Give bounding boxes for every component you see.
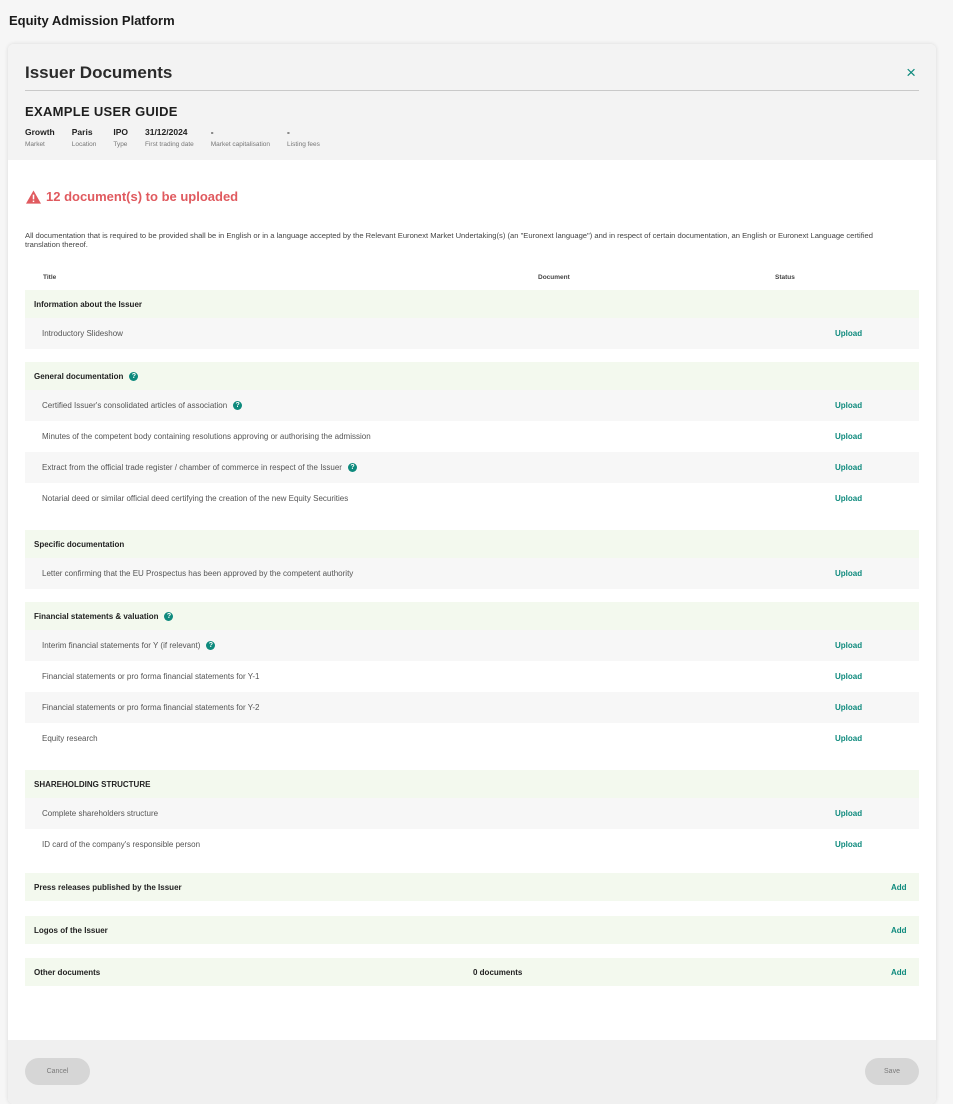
section-title: Financial statements & valuation (34, 611, 159, 621)
document-title: Letter confirming that the EU Prospectus… (42, 569, 354, 578)
issuer-meta: Growth Market Paris Location IPO Type 31… (25, 127, 337, 148)
extra-section-row: Other documents 0 documents Add (25, 958, 919, 986)
document-row: Complete shareholders structure Upload (25, 798, 919, 829)
guide-title: EXAMPLE USER GUIDE (25, 104, 178, 119)
document-row: Financial statements or pro forma financ… (25, 692, 919, 723)
column-status: Status (775, 274, 795, 281)
upload-link[interactable]: Upload (835, 641, 862, 650)
upload-link[interactable]: Upload (835, 809, 862, 818)
document-row: Equity research Upload (25, 723, 919, 754)
upload-link[interactable]: Upload (835, 463, 862, 472)
document-title: Minutes of the competent body containing… (42, 432, 371, 441)
meta-first-trading-date: 31/12/2024 First trading date (144, 127, 194, 148)
add-link[interactable]: Add (891, 926, 907, 935)
document-title: Equity research (42, 734, 98, 743)
issuer-documents-modal: Issuer Documents × EXAMPLE USER GUIDE Gr… (8, 44, 936, 1104)
section-title: Specific documentation (34, 539, 125, 549)
section-title: General documentation (34, 371, 124, 381)
document-count: 0 documents (473, 967, 523, 977)
section-header: Financial statements & valuation? (25, 602, 919, 630)
upload-link[interactable]: Upload (835, 329, 862, 338)
section-title: Press releases published by the Issuer (34, 882, 182, 892)
upload-link[interactable]: Upload (835, 401, 862, 410)
upload-link[interactable]: Upload (835, 494, 862, 503)
app-title: Equity Admission Platform (9, 13, 175, 28)
meta-listing-fees: - Listing fees (287, 127, 320, 148)
help-icon[interactable]: ? (129, 371, 139, 381)
document-row: Minutes of the competent body containing… (25, 421, 919, 452)
document-title: Complete shareholders structure (42, 809, 159, 818)
warning-triangle-icon (26, 189, 41, 204)
header-divider (25, 90, 919, 91)
warning-text: 12 document(s) to be uploaded (46, 189, 239, 204)
section-header: General documentation? (25, 362, 919, 390)
document-title: Extract from the official trade register… (42, 463, 342, 472)
document-row: Certified Issuer's consolidated articles… (25, 390, 919, 421)
document-row: Notarial deed or similar official deed c… (25, 483, 919, 514)
upload-link[interactable]: Upload (835, 703, 862, 712)
meta-market: Growth Market (25, 127, 55, 148)
document-title: Interim financial statements for Y (if r… (42, 641, 201, 650)
document-row: Introductory Slideshow Upload (25, 318, 919, 349)
section-header: SHAREHOLDING STRUCTURE (25, 770, 919, 798)
upload-link[interactable]: Upload (835, 569, 862, 578)
intro-text: All documentation that is required to be… (25, 231, 873, 249)
upload-link[interactable]: Upload (835, 432, 862, 441)
modal-title: Issuer Documents (25, 63, 173, 82)
meta-location: Paris Location (71, 127, 97, 148)
document-row: Interim financial statements for Y (if r… (25, 630, 919, 661)
document-title: Financial statements or pro forma financ… (42, 672, 260, 681)
save-button[interactable]: Save (865, 1058, 919, 1085)
close-icon[interactable]: × (906, 64, 916, 82)
upload-warning: 12 document(s) to be uploaded (26, 189, 238, 204)
section-title: Logos of the Issuer (34, 925, 108, 935)
section-title: Other documents (34, 967, 101, 977)
help-icon[interactable]: ? (164, 611, 174, 621)
upload-link[interactable]: Upload (835, 840, 862, 849)
cancel-button[interactable]: Cancel (25, 1058, 90, 1085)
column-title: Title (43, 274, 57, 281)
section-header: Information about the Issuer (25, 290, 919, 318)
document-row: Extract from the official trade register… (25, 452, 919, 483)
document-row: Financial statements or pro forma financ… (25, 661, 919, 692)
add-link[interactable]: Add (891, 968, 907, 977)
section-header: Specific documentation (25, 530, 919, 558)
meta-type: IPO Type (113, 127, 128, 148)
help-icon[interactable]: ? (347, 463, 357, 472)
document-row: ID card of the company's responsible per… (25, 829, 919, 860)
upload-link[interactable]: Upload (835, 734, 862, 743)
extra-section-row: Press releases published by the Issuer Ad… (25, 873, 919, 901)
extra-section-row: Logos of the Issuer Add (25, 916, 919, 944)
add-link[interactable]: Add (891, 883, 907, 892)
section-title: Information about the Issuer (34, 299, 143, 309)
document-title: Financial statements or pro forma financ… (42, 703, 260, 712)
document-title: Introductory Slideshow (42, 329, 123, 338)
document-title: ID card of the company's responsible per… (42, 840, 201, 849)
help-icon[interactable]: ? (206, 641, 216, 650)
modal-header: Issuer Documents × EXAMPLE USER GUIDE Gr… (8, 44, 936, 160)
modal-footer: Cancel Save (8, 1040, 936, 1104)
document-row: Letter confirming that the EU Prospectus… (25, 558, 919, 589)
column-document: Document (538, 274, 570, 281)
help-icon[interactable]: ? (233, 401, 243, 410)
upload-link[interactable]: Upload (835, 672, 862, 681)
document-title: Notarial deed or similar official deed c… (42, 494, 349, 503)
section-title: SHAREHOLDING STRUCTURE (34, 779, 151, 789)
document-title: Certified Issuer's consolidated articles… (42, 401, 228, 410)
meta-market-cap: - Market capitalisation (210, 127, 271, 148)
